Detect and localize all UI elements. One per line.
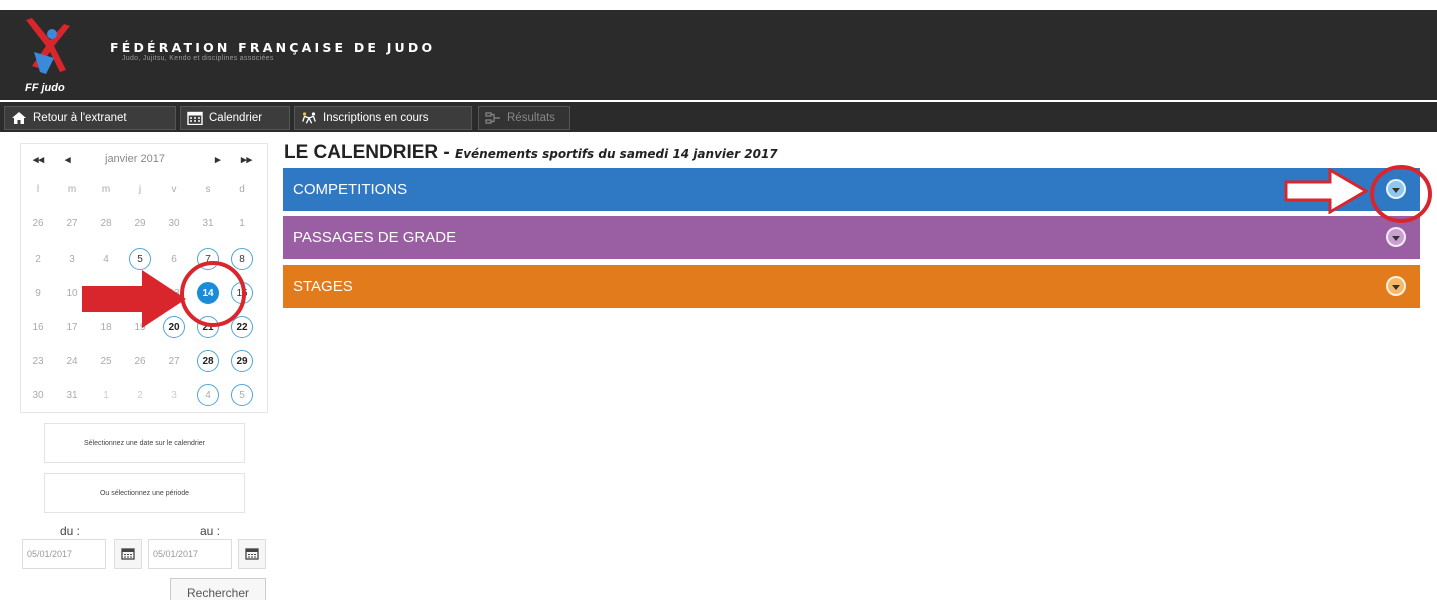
calendar-day-with-event[interactable]: 4 xyxy=(197,384,219,406)
calendar-widget: ◂◂ ◂ janvier 2017 ▸ ▸▸ l m m j v s d 26 … xyxy=(20,143,268,413)
section-label: COMPETITIONS xyxy=(293,181,408,198)
calendar-day-with-event[interactable]: 22 xyxy=(231,316,253,338)
calendar-day-with-event[interactable]: 8 xyxy=(231,248,253,270)
section-competitions[interactable]: COMPETITIONS xyxy=(283,168,1420,211)
weekday-label: l xyxy=(36,183,40,195)
calendar-month-label: janvier 2017 xyxy=(105,153,165,165)
nav-back-to-extranet[interactable]: Retour à l'extranet xyxy=(4,106,176,130)
section-label: STAGES xyxy=(293,278,353,295)
calendar-day[interactable]: 9 xyxy=(27,282,49,304)
prev-year-button[interactable]: ◂◂ xyxy=(33,153,44,166)
nav-label: Retour à l'extranet xyxy=(33,112,127,124)
calendar-day[interactable]: 31 xyxy=(197,212,219,234)
home-icon xyxy=(12,112,26,124)
calendar-day-selected[interactable]: 14 xyxy=(197,282,219,304)
calendar-day-with-event[interactable]: 28 xyxy=(197,350,219,372)
from-date-picker-button[interactable] xyxy=(114,539,142,569)
search-button[interactable]: Rechercher xyxy=(170,578,266,600)
calendar-day[interactable]: 26 xyxy=(129,350,151,372)
calendar-day[interactable]: 27 xyxy=(61,212,83,234)
calendar-day[interactable]: 24 xyxy=(61,350,83,372)
section-stages[interactable]: STAGES xyxy=(283,265,1420,308)
calendar-day[interactable]: 28 xyxy=(95,212,117,234)
select-period-hint: Ou sélectionnez une période xyxy=(44,473,245,513)
calendar-day[interactable]: 19 xyxy=(129,316,151,338)
weekday-label: s xyxy=(205,183,211,195)
nav-label: Inscriptions en cours xyxy=(323,112,429,124)
header-top-band xyxy=(0,0,1437,10)
section-label: PASSAGES DE GRADE xyxy=(293,229,457,246)
weekday-label: j xyxy=(138,183,142,195)
calendar-day[interactable]: 25 xyxy=(95,350,117,372)
calendar-day[interactable]: 10 xyxy=(61,282,83,304)
main-nav: Retour à l'extranet Calendrier Inscripti… xyxy=(0,100,1437,132)
select-date-hint: Sélectionnez une date sur le calendrier xyxy=(44,423,245,463)
site-header: FF judo FÉDÉRATION FRANÇAISE DE JUDO Jud… xyxy=(0,0,1437,100)
calendar-day[interactable]: 1 xyxy=(95,384,117,406)
to-date-input[interactable]: 05/01/2017 xyxy=(148,539,232,569)
calendar-day-with-event[interactable]: 20 xyxy=(163,316,185,338)
calendar-header: ◂◂ ◂ janvier 2017 ▸ ▸▸ xyxy=(21,144,269,174)
prev-month-button[interactable]: ◂ xyxy=(65,153,71,166)
calendar-day[interactable]: 12 xyxy=(129,282,151,304)
from-label: du : xyxy=(60,524,81,538)
from-date-input[interactable]: 05/01/2017 xyxy=(22,539,106,569)
weekday-label: v xyxy=(171,183,177,195)
calendar-day-with-event[interactable]: 7 xyxy=(197,248,219,270)
next-month-button[interactable]: ▸ xyxy=(215,153,221,166)
calendar-day-with-event[interactable]: 29 xyxy=(231,350,253,372)
calendar-day[interactable]: 1 xyxy=(231,212,253,234)
judoka-icon xyxy=(302,112,316,124)
page-title-main: LE CALENDRIER - xyxy=(284,142,455,163)
nav-results[interactable]: Résultats xyxy=(478,106,570,130)
calendar-day[interactable]: 3 xyxy=(163,384,185,406)
calendar-day[interactable]: 23 xyxy=(27,350,49,372)
calendar-day[interactable]: 27 xyxy=(163,350,185,372)
to-label: au : xyxy=(200,524,221,538)
nav-calendar[interactable]: Calendrier xyxy=(180,106,290,130)
calendar-day-with-event[interactable]: 5 xyxy=(129,248,151,270)
calendar-day[interactable]: 26 xyxy=(27,212,49,234)
page-title: LE CALENDRIER - Evénements sportifs du s… xyxy=(284,142,778,164)
section-passages-de-grade[interactable]: PASSAGES DE GRADE xyxy=(283,216,1420,259)
weekday-label: d xyxy=(239,183,245,195)
nav-label: Résultats xyxy=(507,112,555,124)
calendar-icon xyxy=(245,548,259,560)
calendar-day[interactable]: 31 xyxy=(61,384,83,406)
next-year-button[interactable]: ▸▸ xyxy=(241,153,252,166)
calendar-day[interactable]: 3 xyxy=(61,248,83,270)
calendar-day[interactable]: 29 xyxy=(129,212,151,234)
calendar-icon xyxy=(187,111,203,125)
calendar-day[interactable]: 4 xyxy=(95,248,117,270)
organization-subtitle: Judo, Jujitsu, Kendo et disciplines asso… xyxy=(122,55,274,62)
calendar-day[interactable]: 30 xyxy=(27,384,49,406)
calendar-day[interactable]: 6 xyxy=(163,248,185,270)
calendar-day-with-event[interactable]: 21 xyxy=(197,316,219,338)
to-date-picker-button[interactable] xyxy=(238,539,266,569)
page-title-subtitle: Evénements sportifs du samedi 14 janvier… xyxy=(455,147,778,161)
calendar-day[interactable]: 17 xyxy=(61,316,83,338)
calendar-day[interactable]: 16 xyxy=(27,316,49,338)
weekday-label: m xyxy=(67,183,77,195)
calendar-day[interactable]: 30 xyxy=(163,212,185,234)
weekday-label: m xyxy=(101,183,111,195)
expand-toggle-icon[interactable] xyxy=(1386,179,1406,199)
calendar-day[interactable]: 11 xyxy=(95,282,117,304)
logo-text: FF judo xyxy=(25,82,65,94)
expand-toggle-icon[interactable] xyxy=(1386,227,1406,247)
organization-name: FÉDÉRATION FRANÇAISE DE JUDO xyxy=(110,40,436,55)
calendar-day-with-event[interactable]: 15 xyxy=(231,282,253,304)
calendar-day[interactable]: 18 xyxy=(95,316,117,338)
calendar-day[interactable]: 2 xyxy=(27,248,49,270)
results-icon xyxy=(485,112,500,124)
calendar-day[interactable]: 13 xyxy=(163,282,185,304)
calendar-day[interactable]: 2 xyxy=(129,384,151,406)
nav-label: Calendrier xyxy=(209,112,263,124)
calendar-icon xyxy=(121,548,135,560)
nav-current-registrations[interactable]: Inscriptions en cours xyxy=(294,106,472,130)
calendar-day-with-event[interactable]: 5 xyxy=(231,384,253,406)
expand-toggle-icon[interactable] xyxy=(1386,276,1406,296)
